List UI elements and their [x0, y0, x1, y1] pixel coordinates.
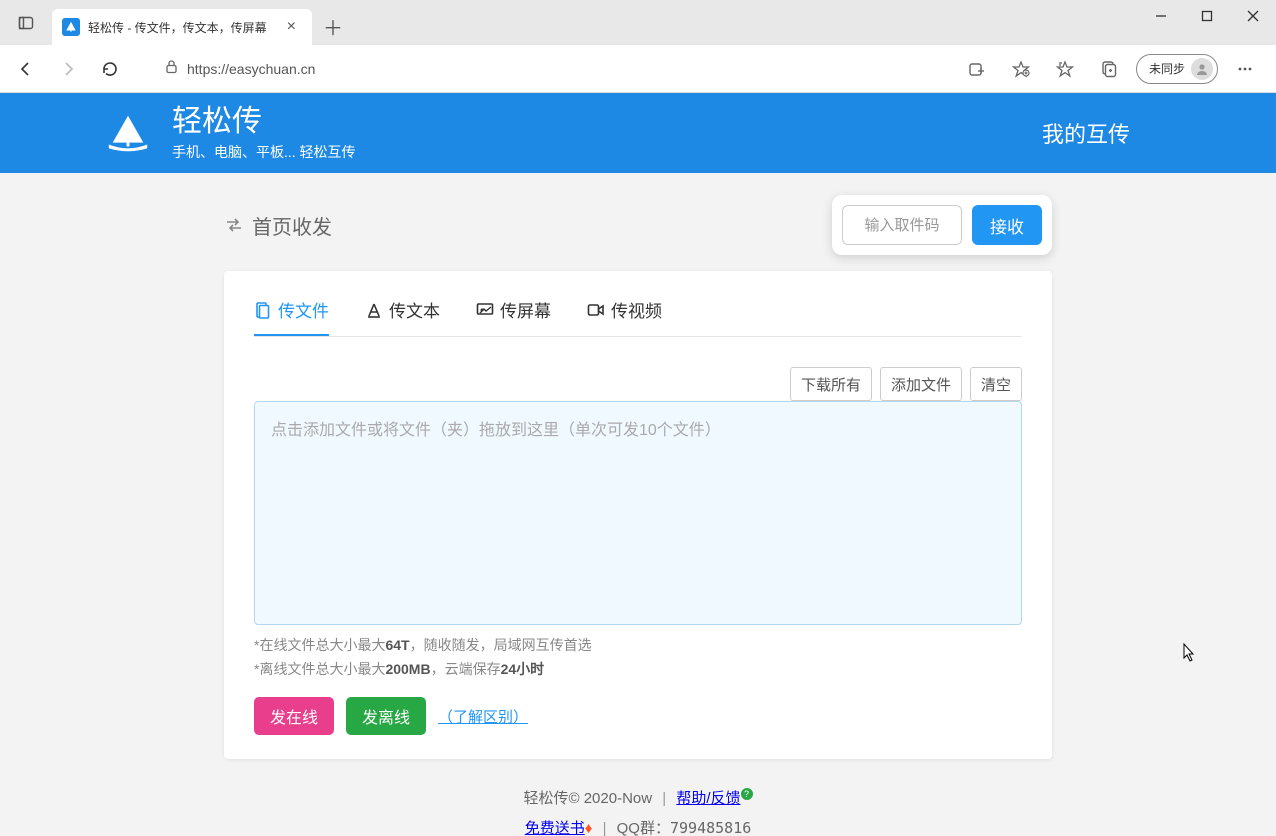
tab-screen[interactable]: 传屏幕	[476, 297, 551, 336]
avatar-icon	[1191, 58, 1213, 80]
browser-toolbar: https://easychuan.cn 未同步	[0, 45, 1276, 93]
tab-actions-icon[interactable]	[8, 5, 44, 41]
fire-icon: ♦	[585, 820, 593, 836]
brand-subtitle: 手机、电脑、平板... 轻松互传	[172, 142, 356, 162]
sync-label: 未同步	[1149, 60, 1185, 77]
brand-title: 轻松传	[172, 105, 356, 138]
profile-sync-button[interactable]: 未同步	[1136, 54, 1218, 84]
more-icon[interactable]	[1228, 52, 1262, 86]
page-footer: 轻松传© 2020-Now | 帮助/反馈? 免费送书♦ | QQ群：79948…	[224, 759, 1052, 836]
browser-tab[interactable]: 轻松传 - 传文件，传文本，传屏幕 ×	[52, 9, 312, 45]
tab-close-icon[interactable]: ×	[281, 18, 302, 36]
reload-button[interactable]	[92, 51, 128, 87]
send-online-button[interactable]: 发在线	[254, 697, 334, 735]
receive-panel: 接收	[832, 195, 1052, 255]
back-button[interactable]	[8, 51, 44, 87]
window-close-button[interactable]	[1230, 0, 1276, 32]
help-feedback-link[interactable]: 帮助/反馈	[676, 790, 740, 807]
my-transfer-link[interactable]: 我的互传	[1042, 117, 1130, 149]
favorites-bar-icon[interactable]	[1048, 52, 1082, 86]
browser-tab-strip: 轻松传 - 传文件，传文本，传屏幕 × ＋	[0, 0, 1276, 45]
note-online: *在线文件总大小最大64T，随收随发，局域网互传首选	[254, 635, 1022, 655]
tab-title: 轻松传 - 传文件，传文本，传屏幕	[88, 19, 281, 36]
receive-button[interactable]: 接收	[972, 205, 1042, 245]
send-offline-button[interactable]: 发离线	[346, 697, 426, 735]
pickup-code-input[interactable]	[842, 205, 962, 245]
add-file-button[interactable]: 添加文件	[880, 367, 962, 401]
tab-video[interactable]: 传视频	[587, 297, 662, 336]
lock-icon[interactable]	[164, 59, 179, 79]
tab-file[interactable]: 传文件	[254, 297, 329, 336]
new-tab-button[interactable]: ＋	[316, 9, 350, 43]
transfer-icon	[224, 215, 244, 235]
favorite-icon[interactable]	[1004, 52, 1038, 86]
download-all-button[interactable]: 下载所有	[790, 367, 872, 401]
window-minimize-button[interactable]	[1138, 0, 1184, 32]
file-icon	[254, 301, 272, 319]
clear-button[interactable]: 清空	[970, 367, 1022, 401]
site-header: 轻松传 手机、电脑、平板... 轻松互传 我的互传	[0, 93, 1276, 173]
extensions-icon[interactable]	[960, 52, 994, 86]
cursor-icon	[1178, 642, 1198, 666]
text-icon	[365, 301, 383, 319]
logo-icon	[100, 105, 156, 161]
window-maximize-button[interactable]	[1184, 0, 1230, 32]
address-url[interactable]: https://easychuan.cn	[187, 61, 315, 77]
file-dropzone[interactable]: 点击添加文件或将文件（夹）拖放到这里（单次可发10个文件）	[254, 401, 1022, 625]
screen-icon	[476, 301, 494, 319]
page-title: 首页收发	[224, 211, 332, 240]
video-icon	[587, 301, 605, 319]
learn-difference-link[interactable]: （了解区别）	[438, 706, 528, 727]
tab-text[interactable]: 传文本	[365, 297, 440, 336]
collections-icon[interactable]	[1092, 52, 1126, 86]
dropzone-hint: 点击添加文件或将文件（夹）拖放到这里（单次可发10个文件）	[271, 422, 721, 439]
note-offline: *离线文件总大小最大200MB，云端保存24小时	[254, 659, 1022, 679]
forward-button[interactable]	[50, 51, 86, 87]
free-book-link[interactable]: 免费送书	[525, 820, 585, 836]
main-card: 传文件 传文本 传屏幕 传视频 下载所有 添加文件 清空	[224, 271, 1052, 759]
qq-group-number: 799485816	[670, 819, 751, 836]
favicon-icon	[62, 18, 80, 36]
badge-icon: ?	[741, 788, 753, 800]
